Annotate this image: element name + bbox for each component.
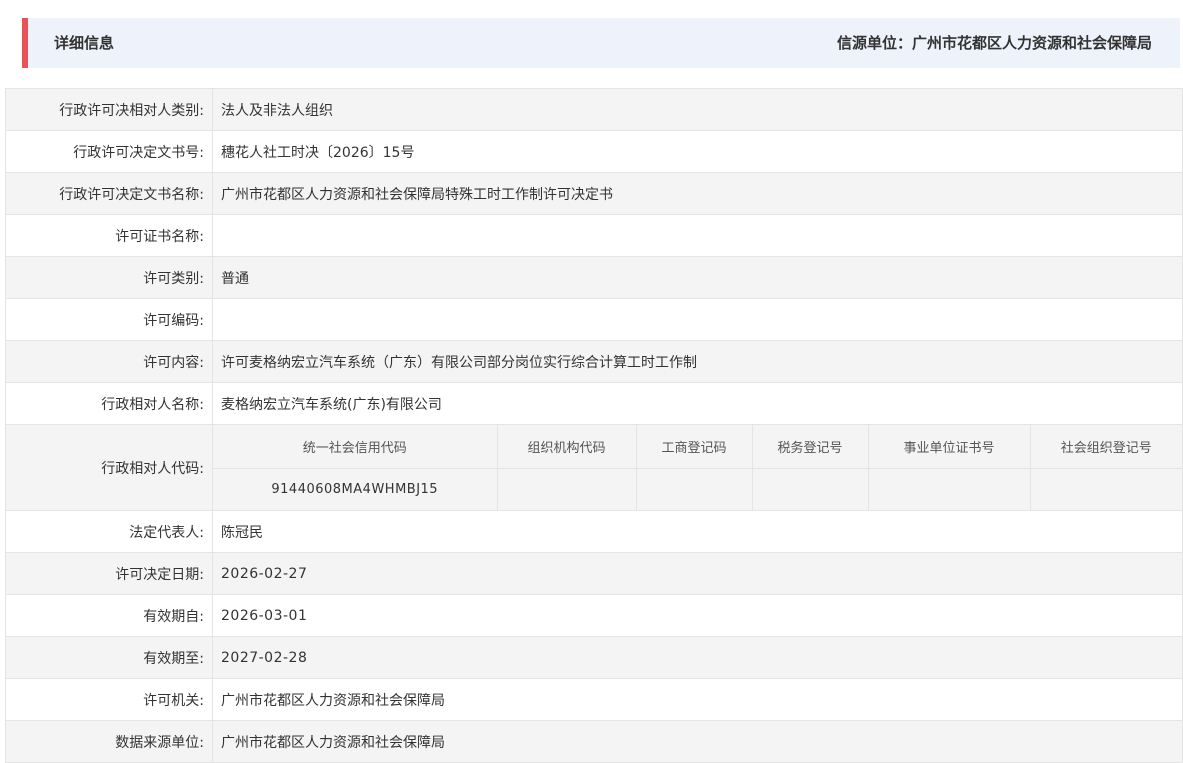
row-label: 有效期自: bbox=[5, 594, 213, 637]
table-row: 行政相对人名称: 麦格纳宏立汽车系统(广东)有限公司 bbox=[5, 382, 1183, 425]
table-row: 法定代表人: 陈冠民 bbox=[5, 510, 1183, 553]
table-row: 许可证书名称: bbox=[5, 214, 1183, 257]
codes-value bbox=[867, 468, 1031, 510]
row-value: 许可麦格纳宏立汽车系统（广东）有限公司部分岗位实行综合计算工时工作制 bbox=[212, 340, 1183, 383]
codes-header: 税务登记号 bbox=[751, 425, 869, 469]
codes-value bbox=[1029, 468, 1182, 510]
table-row: 行政许可决相对人类别: 法人及非法人组织 bbox=[5, 88, 1183, 131]
row-value: 2026-03-01 bbox=[212, 594, 1183, 637]
codes-header: 组织机构代码 bbox=[496, 425, 637, 469]
table-row: 许可内容: 许可麦格纳宏立汽车系统（广东）有限公司部分岗位实行综合计算工时工作制 bbox=[5, 340, 1183, 383]
table-row: 有效期至: 2027-02-28 bbox=[5, 636, 1183, 679]
codes-header: 统一社会信用代码 bbox=[213, 425, 498, 469]
table-row: 许可编码: bbox=[5, 298, 1183, 341]
row-label: 许可机关: bbox=[5, 678, 213, 721]
row-value: 广州市花都区人力资源和社会保障局 bbox=[212, 720, 1183, 763]
codes-value bbox=[751, 468, 869, 510]
row-label: 行政相对人名称: bbox=[5, 382, 213, 425]
row-label: 许可编码: bbox=[5, 298, 213, 341]
row-label: 数据来源单位: bbox=[5, 720, 213, 763]
table-row: 许可决定日期: 2026-02-27 bbox=[5, 552, 1183, 595]
row-value: 普通 bbox=[212, 256, 1183, 299]
row-value: 广州市花都区人力资源和社会保障局 bbox=[212, 678, 1183, 721]
row-value bbox=[212, 298, 1183, 341]
codes-cell: 统一社会信用代码 组织机构代码 工商登记码 税务登记号 事业单位证书号 社会组织… bbox=[212, 424, 1183, 511]
codes-header: 事业单位证书号 bbox=[867, 425, 1031, 469]
codes-table: 统一社会信用代码 组织机构代码 工商登记码 税务登记号 事业单位证书号 社会组织… bbox=[213, 425, 1182, 510]
header-title: 详细信息 bbox=[54, 34, 115, 52]
row-value: 穗花人社工时决〔2026〕15号 bbox=[212, 130, 1183, 173]
row-label: 行政许可决相对人类别: bbox=[5, 88, 213, 131]
codes-value bbox=[635, 468, 753, 510]
detail-table: 行政许可决相对人类别: 法人及非法人组织 行政许可决定文书号: 穗花人社工时决〔… bbox=[5, 88, 1183, 763]
row-label: 许可决定日期: bbox=[5, 552, 213, 595]
header-source-unit: 信源单位：广州市花都区人力资源和社会保障局 bbox=[836, 34, 1152, 52]
codes-value: 91440608MA4WHMBJ15 bbox=[213, 468, 498, 510]
row-label: 行政许可决定文书名称: bbox=[5, 172, 213, 215]
table-row: 数据来源单位: 广州市花都区人力资源和社会保障局 bbox=[5, 720, 1183, 763]
table-row-codes: 行政相对人代码: 统一社会信用代码 组织机构代码 工商登记码 税务登记号 事业单… bbox=[5, 424, 1183, 511]
row-label: 许可类别: bbox=[5, 256, 213, 299]
detail-header: 详细信息 信源单位：广州市花都区人力资源和社会保障局 bbox=[22, 18, 1180, 68]
codes-header: 社会组织登记号 bbox=[1029, 425, 1182, 469]
table-row: 行政许可决定文书号: 穗花人社工时决〔2026〕15号 bbox=[5, 130, 1183, 173]
row-value: 陈冠民 bbox=[212, 510, 1183, 553]
table-row: 许可类别: 普通 bbox=[5, 256, 1183, 299]
row-label: 法定代表人: bbox=[5, 510, 213, 553]
table-row: 有效期自: 2026-03-01 bbox=[5, 594, 1183, 637]
table-row: 许可机关: 广州市花都区人力资源和社会保障局 bbox=[5, 678, 1183, 721]
row-value: 广州市花都区人力资源和社会保障局特殊工时工作制许可决定书 bbox=[212, 172, 1183, 215]
row-label: 行政许可决定文书号: bbox=[5, 130, 213, 173]
codes-header: 工商登记码 bbox=[635, 425, 753, 469]
codes-value bbox=[496, 468, 637, 510]
row-value: 麦格纳宏立汽车系统(广东)有限公司 bbox=[212, 382, 1183, 425]
row-value: 2027-02-28 bbox=[212, 636, 1183, 679]
row-value: 2026-02-27 bbox=[212, 552, 1183, 595]
row-label: 许可内容: bbox=[5, 340, 213, 383]
row-value bbox=[212, 214, 1183, 257]
row-label: 有效期至: bbox=[5, 636, 213, 679]
header-accent-bar bbox=[22, 18, 28, 68]
table-row: 行政许可决定文书名称: 广州市花都区人力资源和社会保障局特殊工时工作制许可决定书 bbox=[5, 172, 1183, 215]
row-label: 许可证书名称: bbox=[5, 214, 213, 257]
row-label: 行政相对人代码: bbox=[5, 424, 213, 511]
row-value: 法人及非法人组织 bbox=[212, 88, 1183, 131]
